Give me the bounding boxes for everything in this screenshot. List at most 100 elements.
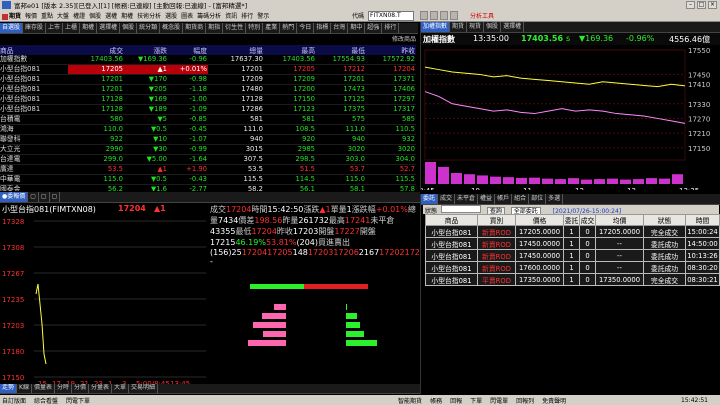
left-tab-14[interactable]: 熱門 <box>280 23 298 33</box>
order-tab-6[interactable]: 部位 <box>529 194 547 204</box>
left-tab-9[interactable]: 期貨商 <box>183 23 207 33</box>
quote-row[interactable]: 小型台指081 17128 ▼189 -1.09 17286 17123 17375 1731… <box>0 104 416 115</box>
order-row[interactable]: 小型台指081 新賣ROD 17205.0000 1 0 17205.0000 完全成交 15… <box>425 225 720 238</box>
menu-item-futopt[interactable]: 期權 <box>121 11 133 20</box>
order-header-6[interactable]: 狀態 <box>643 214 686 226</box>
left-tab-6[interactable]: 個股 <box>120 23 138 33</box>
left-tab-20[interactable]: 排行 <box>382 23 400 33</box>
status-overview[interactable]: 綜合看盤 <box>34 396 58 405</box>
quote-row[interactable]: 台達電 299.0 ▼5.00 -1.64 307.5 298.5 303.0 304.0 <box>0 154 416 165</box>
quote-row[interactable]: 中華電 115.0 ▼0.5 -0.43 115.5 114.5 115.0 115.5 <box>0 174 416 185</box>
bid-price[interactable]: 17204 <box>242 248 267 257</box>
close-button[interactable]: × <box>708 1 717 9</box>
tick-mini-chart[interactable]: 1732817308172671723517203171801715015171… <box>0 214 210 394</box>
tab-mini-1[interactable]: ▢ <box>28 192 39 202</box>
order-header-3[interactable]: 委託 <box>563 214 580 226</box>
analysis-tools-menu[interactable]: 分析工具 <box>470 11 494 20</box>
menu-item-screener[interactable]: 選股 <box>165 11 177 20</box>
minimize-button[interactable]: – <box>686 1 695 9</box>
order-row[interactable]: 小型台指081 平賣ROD 17350.0000 1 0 17350.0000 完全成交 08… <box>425 273 720 286</box>
left-tab-8[interactable]: 概念股 <box>160 23 184 33</box>
chart-tab-2[interactable]: 現貨 <box>467 22 485 32</box>
order-tab-3[interactable]: 權益 <box>478 194 496 204</box>
order-row[interactable]: 小型台指081 新賣ROD 17450.0000 1 0 -- 委託成功 10:13:26 <box>425 249 720 262</box>
maximize-button[interactable]: □ <box>697 1 706 9</box>
bottom-tab-3[interactable]: 分時 <box>55 384 72 393</box>
status-flash-order[interactable]: 閃電下單 <box>66 396 90 405</box>
order-header-0[interactable]: 商品 <box>425 214 478 226</box>
order-header-2[interactable]: 價格 <box>515 214 564 226</box>
left-tab-10[interactable]: 期指 <box>206 23 224 33</box>
bottom-tab-1[interactable]: K線 <box>17 384 32 393</box>
quote-row[interactable]: 鴻海 110.0 ▼0.5 -0.45 111.0 108.5 111.0 110.5 <box>0 124 416 135</box>
left-tab-0[interactable]: 自選股 <box>0 23 24 33</box>
left-tab-2[interactable]: 上市 <box>46 23 64 33</box>
quote-header-2[interactable]: 漲跌 <box>124 45 168 55</box>
status-report-bar[interactable]: 回報列 <box>516 396 534 405</box>
status-flash[interactable]: 閃電單 <box>490 396 508 405</box>
chart-tab-4[interactable]: 選擇權 <box>501 22 525 32</box>
order-tab-4[interactable]: 帳戶 <box>495 194 513 204</box>
bottom-tab-2[interactable]: 價量表 <box>32 384 55 393</box>
edit-symbols-button[interactable]: 修改商品 <box>392 34 416 43</box>
toolbar-icon-1[interactable] <box>420 11 428 20</box>
quote-header-7[interactable]: 昨收 <box>366 45 416 55</box>
bottom-tab-5[interactable]: 分量表 <box>89 384 113 393</box>
menu-item-market[interactable]: 大盤 <box>57 11 69 20</box>
quote-header-5[interactable]: 最高 <box>264 45 316 55</box>
chart-tab-3[interactable]: 個股 <box>484 22 502 32</box>
bottom-tab-6[interactable]: 大單 <box>112 384 130 393</box>
bid-price[interactable]: 17203 <box>308 248 333 257</box>
left-tab-19[interactable]: 超強 <box>365 23 383 33</box>
menu-item-focus[interactable]: 重點 <box>41 11 53 20</box>
order-row[interactable]: 小型台指081 新賣ROD 17600.0000 1 0 -- 委託成功 08:30:20 <box>425 261 720 274</box>
left-tab-7[interactable]: 統分類 <box>137 23 161 33</box>
quote-header-6[interactable]: 最低 <box>316 45 366 55</box>
left-tab-13[interactable]: 產業 <box>263 23 281 33</box>
quote-row[interactable]: 小型台指081 17201 ▼205 -1.18 17480 17200 17473 1740… <box>0 84 416 95</box>
quote-row[interactable]: 大立光 2990 ▼30 -0.99 3015 2985 3020 3020 <box>0 144 416 155</box>
menu-item-warrant[interactable]: 權證 <box>73 11 85 20</box>
left-tab-1[interactable]: 庫存股 <box>23 23 47 33</box>
order-tab-1[interactable]: 成交 <box>438 194 456 204</box>
menu-item-quote[interactable]: 報價 <box>25 11 37 20</box>
left-tab-4[interactable]: 期權 <box>80 23 98 33</box>
quote-header-0[interactable]: 商品 <box>0 45 68 55</box>
quote-header-4[interactable]: 總量 <box>208 45 264 55</box>
quote-row[interactable]: 小型台指081 17201 ▼170 -0.98 17209 17209 17201 1737… <box>0 74 416 85</box>
bottom-tab-0[interactable]: 走勢 <box>0 384 18 393</box>
chart-tab-0[interactable]: 加權指數 <box>421 22 451 32</box>
menu-item-futures[interactable]: 期貨 <box>2 11 21 20</box>
menu-item-chips[interactable]: 籌碼分析 <box>197 11 221 20</box>
menu-item-info[interactable]: 資訊 <box>225 11 237 20</box>
left-tab-16[interactable]: 指標 <box>314 23 332 33</box>
quote-row[interactable]: 加權指數 17403.56 ▼169.36 -0.96 17637.30 17403.56… <box>0 55 416 65</box>
quote-row[interactable]: 國泰金 56.2 ▼1.6 -2.77 58.2 56.1 58.1 57.8 <box>0 184 416 191</box>
symbol-code-combo[interactable]: FITXN08.T <box>368 11 414 21</box>
menu-item-ranking[interactable]: 排行 <box>241 11 253 20</box>
quote-row[interactable]: 台積電 580 ▼5 -0.85 581 581 575 585 <box>0 114 416 125</box>
order-header-4[interactable]: 成交 <box>579 214 596 226</box>
ask-price[interactable]: 17205 <box>267 248 292 257</box>
bottom-tab-4[interactable]: 分價 <box>72 384 89 393</box>
bottom-tab-7[interactable]: 交易明細 <box>129 384 159 393</box>
left-tab-5[interactable]: 選擇權 <box>97 23 121 33</box>
order-tab-5[interactable]: 組合 <box>512 194 530 204</box>
ask-price[interactable]: 17206 <box>333 248 358 257</box>
toolbar-icon-4[interactable] <box>450 11 458 20</box>
quote-row[interactable]: 廣達 53.5 ▲1 +1.90 53.5 51.5 53.7 52.7 <box>0 164 416 175</box>
left-tab-12[interactable]: 特別 <box>246 23 264 33</box>
order-header-1[interactable]: 買別 <box>477 214 516 226</box>
status-smart-futures[interactable]: 智能期貨 <box>398 396 422 405</box>
status-disclaimer[interactable]: 免責聲明 <box>542 396 566 405</box>
left-tab-18[interactable]: 期中 <box>348 23 366 33</box>
left-tab-15[interactable]: 今日 <box>297 23 315 33</box>
left-tab-3[interactable]: 上櫃 <box>63 23 81 33</box>
toolbar-icon-3[interactable] <box>440 11 448 20</box>
left-tab-17[interactable]: 台灣 <box>331 23 349 33</box>
order-row[interactable]: 小型台指081 新賣ROD 17450.0000 1 0 -- 委託成功 14:50:00 <box>425 237 720 250</box>
ask-price[interactable]: 17207 <box>405 248 420 257</box>
quote-row[interactable]: 聯發科 922 ▼10 -1.07 940 920 940 932 <box>0 134 416 145</box>
menu-item-stock[interactable]: 個股 <box>89 11 101 20</box>
index-line-chart[interactable]: 17550 17450 17410 17330 17270 17210 17150 8:45 1… <box>421 46 720 190</box>
